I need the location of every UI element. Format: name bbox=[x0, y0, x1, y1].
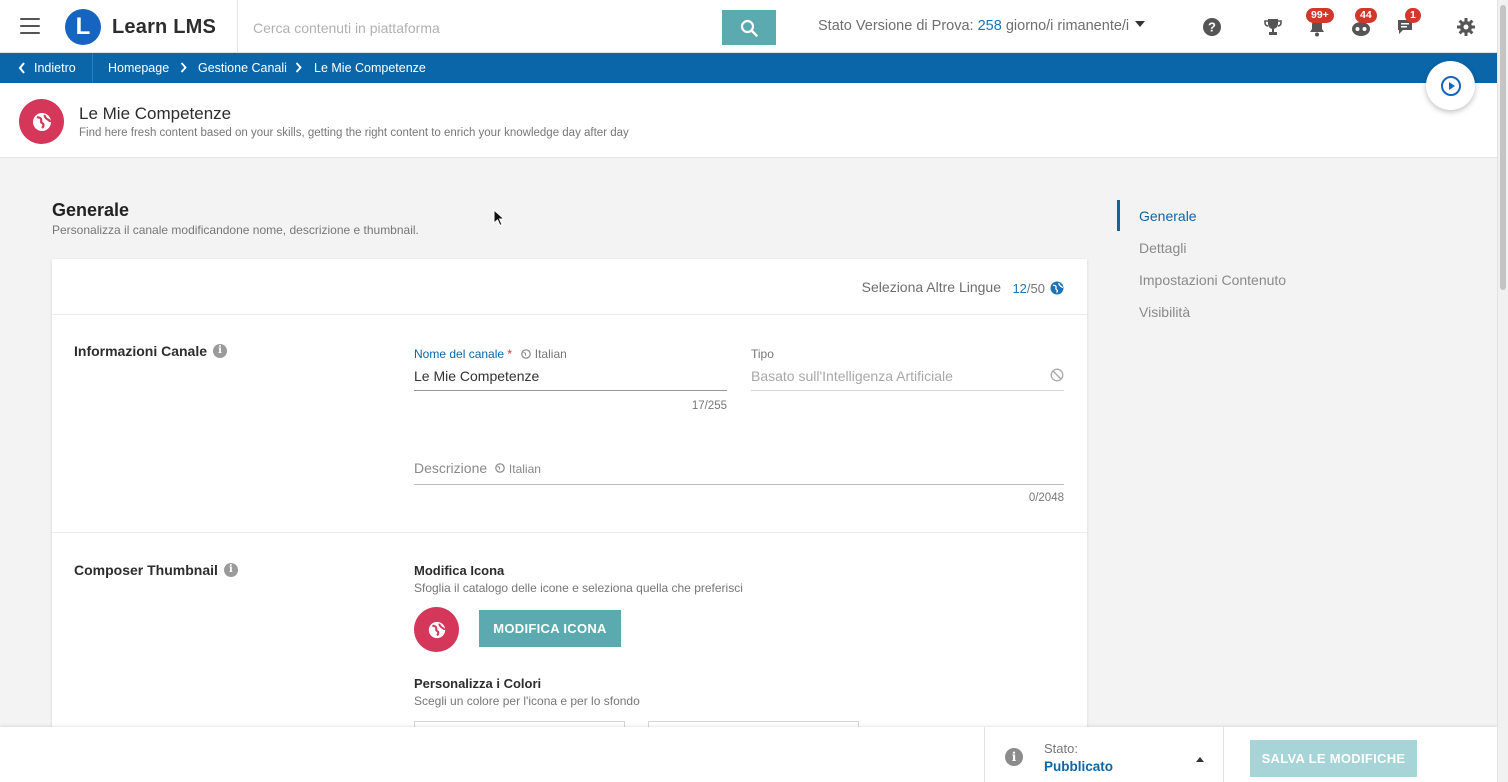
status-selector[interactable]: i Stato: Pubblicato bbox=[984, 727, 1224, 782]
languages-total: /50 bbox=[1026, 281, 1045, 296]
channel-name-counter: 17/255 bbox=[691, 400, 727, 412]
page-header: Le Mie Competenze Find here fresh conten… bbox=[0, 83, 1497, 158]
play-circle-icon bbox=[1440, 75, 1461, 96]
icon-section-title: Modifica Icona bbox=[414, 563, 505, 578]
type-value: Basato sull'Intelligenza Artificiale bbox=[751, 368, 953, 384]
footer-bar: i Stato: Pubblicato SALVA LE MODIFICHE bbox=[0, 727, 1497, 782]
active-indicator bbox=[1117, 200, 1120, 231]
notifications-badge: 99+ bbox=[1306, 8, 1334, 23]
caret-up-icon bbox=[1196, 757, 1204, 762]
languages-count: 12/50 bbox=[1012, 281, 1045, 296]
channel-name-lang: Italian bbox=[534, 347, 567, 361]
globe-icon bbox=[19, 99, 64, 144]
breadcrumb-homepage[interactable]: Homepage bbox=[108, 61, 169, 75]
composer-text: Composer Thumbnail bbox=[74, 562, 218, 578]
help-icon[interactable]: ? bbox=[1201, 16, 1223, 38]
icon-section-desc: Sfoglia il catalogo delle icone e selezi… bbox=[414, 581, 743, 595]
languages-row: Seleziona Altre Lingue 12/50 bbox=[52, 259, 1087, 315]
info-icon: i bbox=[1005, 748, 1023, 766]
nav-generale[interactable]: Generale bbox=[1139, 208, 1197, 224]
globe-icon bbox=[521, 349, 532, 359]
chevron-left-icon bbox=[18, 62, 25, 74]
composer-label: Composer Thumbnail i bbox=[74, 562, 238, 578]
logo[interactable]: L Learn LMS bbox=[60, 0, 238, 53]
channel-info-label: Informazioni Canale i bbox=[74, 343, 228, 359]
globe-icon bbox=[428, 621, 445, 638]
breadcrumb-gestione-canali[interactable]: Gestione Canali bbox=[198, 61, 287, 75]
divider bbox=[52, 532, 1087, 533]
gear-icon[interactable] bbox=[1455, 16, 1477, 38]
channel-name-label-text: Nome del canale bbox=[414, 347, 505, 361]
nav-visibilita[interactable]: Visibilità bbox=[1139, 304, 1190, 320]
trial-suffix: giorno/i rimanente/i bbox=[1005, 18, 1130, 34]
channel-info-text: Informazioni Canale bbox=[74, 343, 208, 359]
breadcrumb: Indietro Homepage Gestione Canali Le Mie… bbox=[0, 53, 1497, 83]
description-label: Descrizione bbox=[414, 460, 488, 476]
type-label: Tipo bbox=[751, 347, 774, 361]
section-title: Generale bbox=[52, 200, 130, 220]
back-label: Indietro bbox=[34, 61, 76, 75]
trophy-icon[interactable] bbox=[1262, 16, 1284, 38]
search-box bbox=[239, 10, 722, 45]
status-label: Stato: bbox=[1044, 741, 1078, 756]
edit-icon-button[interactable]: MODIFICA ICONA bbox=[479, 610, 621, 647]
section-subtitle: Personalizza il canale modificandone nom… bbox=[52, 223, 419, 237]
trial-prefix: Stato Versione di Prova: bbox=[818, 18, 974, 34]
chat-badge: 1 bbox=[1405, 8, 1421, 23]
description-counter: 0/2048 bbox=[1028, 492, 1064, 504]
play-tour-button[interactable] bbox=[1426, 61, 1475, 110]
search-input[interactable] bbox=[239, 10, 722, 45]
breadcrumb-current: Le Mie Competenze bbox=[314, 61, 426, 75]
bell-icon[interactable]: 99+ bbox=[1306, 8, 1334, 38]
app-name: Learn LMS bbox=[112, 16, 217, 38]
menu-icon[interactable] bbox=[20, 18, 40, 34]
colors-section-desc: Scegli un colore per l'icona e per lo sf… bbox=[414, 694, 640, 708]
channel-name-label: Nome del canale * Italian bbox=[414, 347, 567, 361]
description-underline bbox=[414, 484, 1064, 485]
channel-name-underline bbox=[414, 390, 727, 391]
chat-icon[interactable]: 1 bbox=[1395, 8, 1421, 38]
disabled-icon bbox=[1050, 368, 1064, 382]
svg-text:?: ? bbox=[1208, 20, 1216, 35]
bot-icon[interactable]: 44 bbox=[1350, 8, 1377, 38]
logo-icon: L bbox=[65, 9, 101, 45]
page-subtitle: Find here fresh content based on your sk… bbox=[79, 127, 629, 139]
trial-status[interactable]: Stato Versione di Prova: 258 giorno/i ri… bbox=[818, 18, 1146, 34]
type-underline bbox=[751, 390, 1064, 391]
info-icon[interactable]: i bbox=[223, 563, 238, 577]
colors-section-title: Personalizza i Colori bbox=[414, 676, 542, 691]
scrollbar-thumb[interactable] bbox=[1500, 5, 1506, 290]
mouse-cursor-icon bbox=[493, 209, 505, 227]
search-icon bbox=[740, 19, 758, 37]
languages-selected: 12 bbox=[1012, 281, 1027, 296]
nav-impostazioni-contenuto[interactable]: Impostazioni Contenuto bbox=[1139, 272, 1286, 288]
scrollbar[interactable] bbox=[1497, 0, 1508, 782]
chevron-right-icon bbox=[180, 62, 187, 73]
nav-dettagli[interactable]: Dettagli bbox=[1139, 240, 1186, 256]
top-bar: L Learn LMS Stato Versione di Prova: 258… bbox=[0, 0, 1497, 53]
globe-icon bbox=[495, 463, 505, 473]
trial-days: 258 bbox=[977, 18, 1002, 34]
channel-icon-preview bbox=[414, 607, 459, 652]
channel-name-input[interactable]: Le Mie Competenze bbox=[414, 368, 727, 384]
languages-label[interactable]: Seleziona Altre Lingue bbox=[862, 279, 1001, 295]
page-title: Le Mie Competenze bbox=[79, 104, 232, 123]
back-button[interactable]: Indietro bbox=[0, 53, 93, 83]
description-field[interactable]: Descrizione Italian bbox=[414, 460, 541, 476]
caret-down-icon bbox=[1135, 21, 1146, 27]
globe-icon[interactable] bbox=[1050, 281, 1064, 295]
status-value: Pubblicato bbox=[1044, 759, 1114, 774]
description-lang: Italian bbox=[508, 462, 541, 476]
save-button[interactable]: SALVA LE MODIFICHE bbox=[1250, 740, 1417, 777]
search-button[interactable] bbox=[722, 10, 776, 45]
chevron-right-icon bbox=[295, 62, 302, 73]
info-icon[interactable]: i bbox=[213, 344, 228, 358]
required-mark: * bbox=[507, 347, 513, 361]
bot-badge: 44 bbox=[1355, 8, 1377, 23]
general-card: Seleziona Altre Lingue 12/50 Informazion… bbox=[52, 259, 1087, 739]
